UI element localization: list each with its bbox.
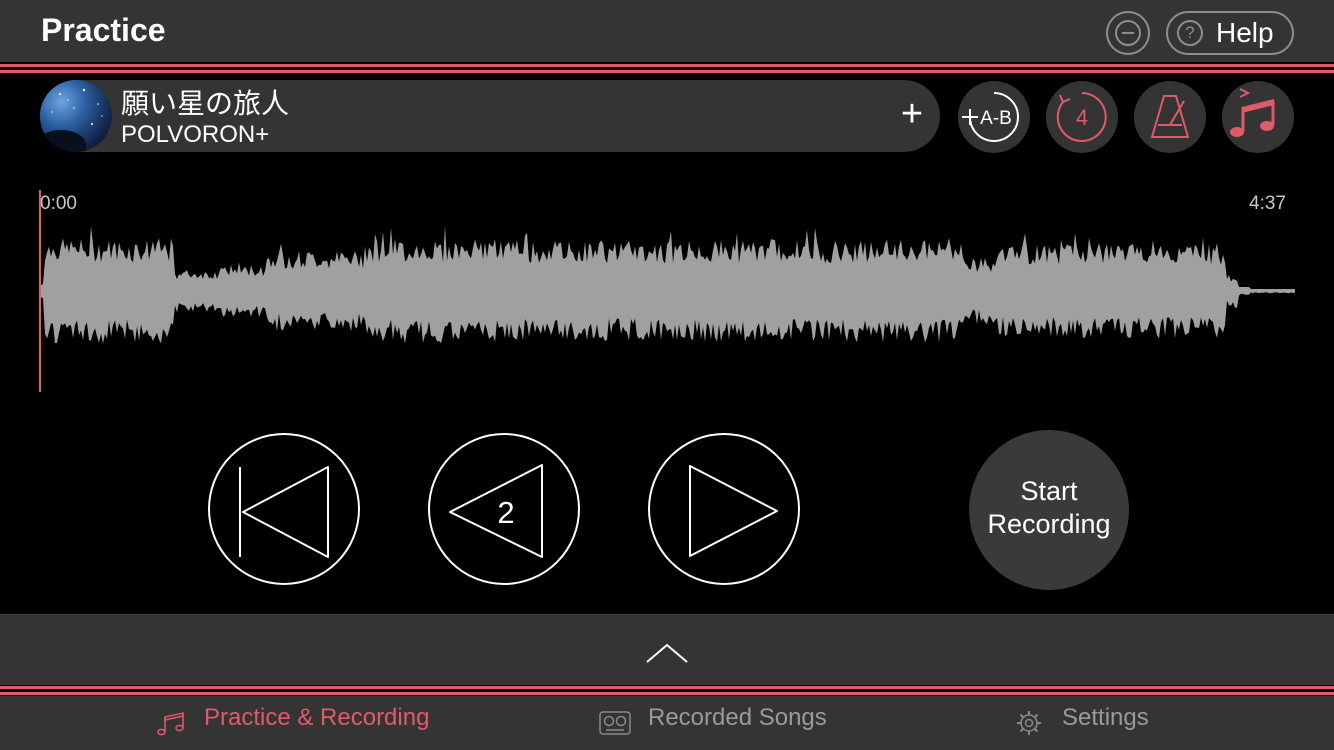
play-button[interactable]: [648, 433, 800, 585]
divider: [0, 70, 1334, 73]
tab-recorded-songs[interactable]: Recorded Songs: [598, 696, 858, 740]
divider: [0, 692, 1334, 695]
metronome-icon: [1150, 95, 1190, 138]
add-button[interactable]: +: [894, 95, 930, 133]
ab-label: A-B: [980, 108, 1012, 129]
tab-practice-recording[interactable]: Practice & Recording: [156, 696, 456, 740]
page-title: Practice: [41, 12, 166, 48]
tab-bar: Practice & Recording Recorded Songs Sett…: [0, 696, 1334, 750]
record-label: Start Recording: [987, 476, 1111, 539]
play-icon: [689, 465, 778, 557]
count-in-icon: 4: [1056, 92, 1107, 142]
start-recording-button[interactable]: Start Recording: [969, 430, 1129, 590]
waveform-shape: [39, 225, 1295, 344]
rewind-seconds: 2: [497, 495, 514, 530]
divider: [0, 686, 1334, 689]
song-artist: POLVORON+: [121, 121, 270, 148]
rewind-button[interactable]: 2: [428, 433, 580, 585]
skip-back-icon: [239, 466, 329, 558]
tab-settings[interactable]: Settings: [1014, 696, 1174, 740]
count-in-value: 4: [1076, 105, 1088, 130]
tab-label: Practice & Recording: [204, 704, 430, 731]
tab-label: Settings: [1062, 704, 1149, 731]
count-in-button[interactable]: 4: [1046, 81, 1118, 153]
skip-to-start-button[interactable]: [208, 433, 360, 585]
song-selector[interactable]: 願い星の旅人 POLVORON+ +: [40, 80, 940, 152]
song-title: 願い星の旅人: [121, 88, 290, 119]
music-note-icon: [1230, 88, 1275, 137]
tab-label: Recorded Songs: [648, 704, 827, 731]
rewind-icon: 2: [449, 464, 543, 558]
question-icon: ?: [1177, 20, 1203, 46]
music-note-icon: [157, 712, 184, 736]
help-label: Help: [1216, 17, 1274, 48]
pitch-button[interactable]: [1222, 81, 1294, 153]
minus-icon: [1115, 20, 1141, 46]
chevron-up-icon: [646, 643, 688, 663]
tape-icon: [599, 711, 631, 735]
album-art: [40, 80, 112, 152]
expand-drawer[interactable]: [0, 614, 1334, 685]
divider: [0, 64, 1334, 67]
gear-icon: [1017, 711, 1041, 735]
top-bar: Practice ? Help: [0, 0, 1334, 62]
collapse-button[interactable]: [1106, 11, 1150, 55]
ab-repeat-icon: A-B: [962, 92, 1019, 142]
metronome-button[interactable]: [1134, 81, 1206, 153]
ab-repeat-button[interactable]: A-B: [958, 81, 1030, 153]
help-button[interactable]: ? Help: [1166, 11, 1294, 55]
waveform[interactable]: [39, 190, 1295, 392]
